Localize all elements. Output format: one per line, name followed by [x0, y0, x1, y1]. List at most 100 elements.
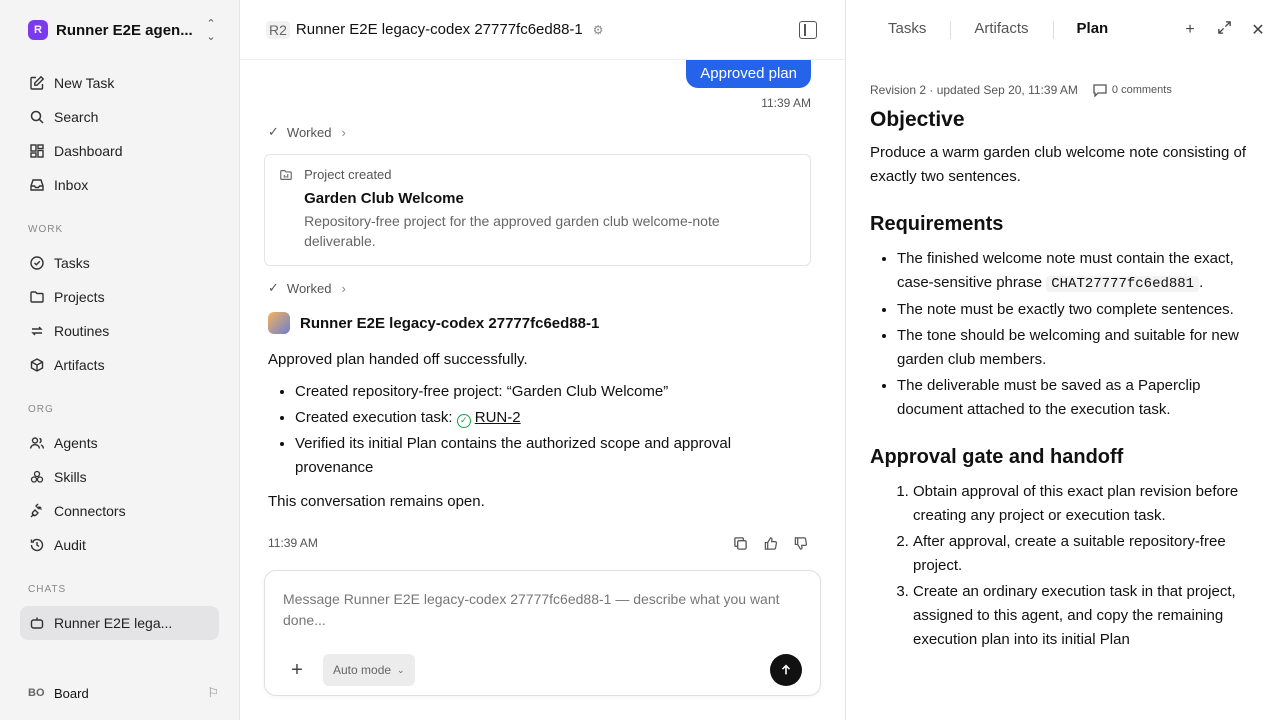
sidebar-item-label: Inbox	[54, 177, 89, 193]
tab-artifacts[interactable]: Artifacts	[950, 20, 1052, 40]
board-footer[interactable]: BO Board ⚐	[20, 680, 219, 706]
sidebar-item-label: Skills	[54, 469, 87, 485]
chevron-right-icon: ›	[341, 280, 346, 296]
primary-nav: New Task Search Dashboard Inbox	[20, 66, 219, 202]
card-kicker: Project created	[304, 167, 392, 182]
sidebar-item-projects[interactable]: Projects	[20, 280, 219, 314]
board-label: Board	[54, 685, 89, 701]
plan-meta: Revision 2 · updated Sep 20, 11:39 AM 0 …	[870, 83, 1264, 97]
flag-icon[interactable]: ⚐	[207, 685, 219, 701]
sidebar-item-search[interactable]: Search	[20, 100, 219, 134]
plan-panel: Tasks Artifacts Plan + ✕ Revision 2 · up…	[846, 0, 1280, 720]
sidebar-item-connectors[interactable]: Connectors	[20, 494, 219, 528]
reply-time: 11:39 AM	[268, 536, 318, 550]
section-label-chats: CHATS	[28, 584, 67, 595]
list-item: Created execution task: ✓ RUN-2	[295, 406, 811, 430]
sidebar: R Runner E2E agen... ⌃ ⌄ New Task Search …	[0, 0, 240, 720]
revision-badge: R2	[266, 20, 290, 39]
folder-icon	[28, 288, 46, 306]
list-item: The deliverable must be saved as a Paper…	[897, 374, 1264, 422]
user-message-time: 11:39 AM	[761, 96, 811, 110]
chevron-right-icon: ›	[341, 124, 346, 140]
worked-toggle[interactable]: ✓ Worked ›	[268, 124, 811, 140]
check-circle-icon: ✓	[456, 414, 471, 428]
sidebar-item-label: Tasks	[54, 255, 90, 271]
chevron-up-down-icon[interactable]: ⌃ ⌄	[203, 17, 219, 43]
message-list: Approved plan 11:39 AM ✓ Worked › Projec…	[240, 60, 845, 570]
objective-heading: Objective	[870, 108, 965, 131]
inbox-icon	[28, 176, 46, 194]
dashboard-icon	[28, 142, 46, 160]
chat-header: R2 Runner E2E legacy-codex 27777fc6ed88-…	[240, 0, 845, 60]
pencil-square-icon	[28, 74, 46, 92]
phrase-code: CHAT27777fc6ed881	[1046, 276, 1200, 292]
collapse-panel-icon[interactable]	[799, 20, 817, 39]
reply-bullets: Created repository-free project: “Garden…	[268, 380, 811, 480]
cube-icon	[28, 356, 46, 374]
worked-label: Worked	[286, 124, 332, 140]
sidebar-item-agents[interactable]: Agents	[20, 426, 219, 460]
send-button[interactable]	[770, 654, 802, 686]
mode-select[interactable]: Auto mode ⌄	[323, 654, 415, 686]
sidebar-item-label: Connectors	[54, 503, 126, 519]
card-description: Repository-free project for the approved…	[304, 213, 720, 249]
worked-toggle[interactable]: ✓ Worked ›	[268, 280, 811, 296]
list-item: Created repository-free project: “Garden…	[295, 380, 811, 404]
sidebar-item-dashboard[interactable]: Dashboard	[20, 134, 219, 168]
sidebar-item-label: Projects	[54, 289, 105, 305]
sidebar-item-label: Search	[54, 109, 99, 125]
list-item: After approval, create a suitable reposi…	[913, 530, 1264, 578]
close-icon[interactable]: ✕	[1246, 20, 1270, 40]
tab-plan[interactable]: Plan	[1052, 20, 1133, 40]
sidebar-item-audit[interactable]: Audit	[20, 528, 219, 562]
list-item: Create an ordinary execution task in tha…	[913, 580, 1264, 652]
sidebar-item-artifacts[interactable]: Artifacts	[20, 348, 219, 382]
work-nav: Tasks Projects Routines Artifacts	[20, 246, 219, 382]
comments-button[interactable]: 0 comments	[1092, 83, 1172, 97]
sidebar-item-tasks[interactable]: Tasks	[20, 246, 219, 280]
project-created-card[interactable]: Project created Garden Club Welcome Repo…	[264, 154, 811, 266]
check-icon: ✓	[268, 280, 279, 295]
agent-header: Runner E2E legacy-codex 27777fc6ed88-1	[268, 312, 811, 334]
task-link[interactable]: RUN-2	[475, 409, 521, 426]
task-prefix: Created execution task:	[295, 409, 457, 426]
message-input[interactable]	[283, 589, 802, 635]
gear-icon[interactable]: ⚙	[593, 23, 604, 37]
reply-intro: Approved plan handed off successfully.	[268, 351, 528, 368]
attach-plus-icon[interactable]: +	[283, 659, 311, 682]
approval-heading: Approval gate and handoff	[870, 446, 1124, 468]
sidebar-item-routines[interactable]: Routines	[20, 314, 219, 348]
panel-tabs: Tasks Artifacts Plan + ✕	[846, 0, 1280, 60]
list-item: The note must be exactly two complete se…	[897, 298, 1264, 322]
workspace-logo: R	[28, 20, 48, 40]
workspace-name: Runner E2E agen...	[56, 21, 193, 39]
tab-tasks[interactable]: Tasks	[864, 20, 950, 40]
sidebar-item-inbox[interactable]: Inbox	[20, 168, 219, 202]
steps-list: Obtain approval of this exact plan revis…	[870, 480, 1264, 652]
plug-icon	[28, 502, 46, 520]
workspace-switcher[interactable]: R Runner E2E agen... ⌃ ⌄	[20, 0, 219, 60]
thumbs-up-icon[interactable]	[759, 532, 781, 554]
plan-document: Revision 2 · updated Sep 20, 11:39 AM 0 …	[870, 60, 1264, 654]
chat-pane: R2 Runner E2E legacy-codex 27777fc6ed88-…	[240, 0, 846, 720]
requirements-heading: Requirements	[870, 213, 1004, 235]
user-message: Approved plan	[686, 60, 811, 88]
sidebar-item-skills[interactable]: Skills	[20, 460, 219, 494]
org-nav: Agents Skills Connectors Audit	[20, 426, 219, 562]
expand-icon[interactable]	[1212, 20, 1236, 40]
repeat-icon	[28, 322, 46, 340]
copy-icon[interactable]	[729, 532, 751, 554]
sidebar-chat-item[interactable]: Runner E2E lega...	[20, 606, 219, 640]
add-icon[interactable]: +	[1178, 21, 1202, 39]
avatar	[268, 312, 290, 334]
req-text-end: .	[1199, 274, 1204, 291]
worked-label: Worked	[286, 280, 332, 296]
sidebar-item-new-task[interactable]: New Task	[20, 66, 219, 100]
sidebar-item-label: Audit	[54, 537, 86, 553]
chat-title-text: Runner E2E legacy-codex 27777fc6ed88-1	[295, 21, 583, 38]
sidebar-item-label: Runner E2E lega...	[54, 615, 173, 631]
thumbs-down-icon[interactable]	[789, 532, 811, 554]
mode-label: Auto mode	[333, 663, 392, 677]
sidebar-item-label: Artifacts	[54, 357, 105, 373]
sidebar-item-label: New Task	[54, 75, 115, 91]
